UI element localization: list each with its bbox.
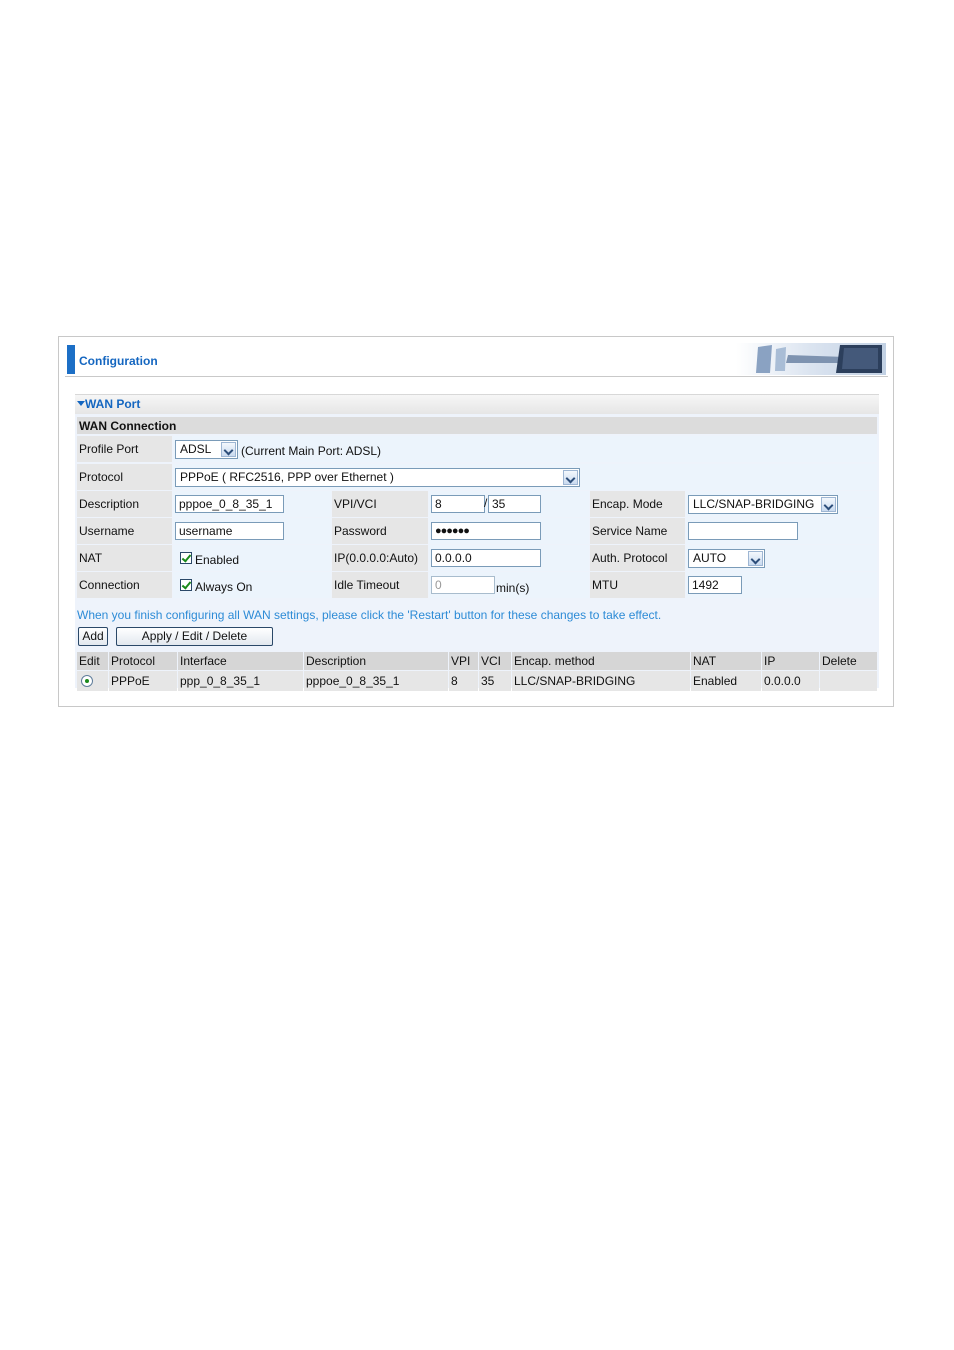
always-on-label[interactable]: Always On: [195, 580, 252, 594]
cell-description: pppoe_0_8_35_1: [306, 674, 400, 688]
col-protocol: Protocol: [111, 654, 156, 668]
radio-selected-icon[interactable]: [81, 675, 93, 687]
nat-enabled-checkbox[interactable]: [180, 552, 192, 564]
service-name-label: Service Name: [592, 524, 668, 538]
vci-input[interactable]: [488, 495, 541, 513]
wan-port-bar[interactable]: WAN Port: [75, 394, 879, 414]
ip-input[interactable]: [431, 549, 541, 567]
always-on-checkbox[interactable]: [180, 579, 192, 591]
username-label: Username: [79, 524, 135, 538]
col-edit: Edit: [79, 654, 100, 668]
password-label: Password: [334, 524, 387, 538]
profile-port-row: Profile Port ADSL (Current Main Port: AD…: [77, 436, 877, 462]
cell-vpi: 8: [451, 674, 458, 688]
panel-header: Configuration: [65, 341, 888, 377]
encap-mode-select[interactable]: LLC/SNAP-BRIDGING: [688, 495, 838, 514]
dropdown-arrow-icon: [748, 551, 763, 566]
dropdown-arrow-icon: [821, 497, 836, 512]
protocol-label: Protocol: [79, 470, 124, 484]
wan-connection-header: WAN Connection: [77, 417, 877, 434]
col-ip: IP: [764, 654, 776, 668]
apply-edit-delete-button[interactable]: Apply / Edit / Delete: [116, 627, 273, 646]
password-input[interactable]: ●●●●●●: [431, 522, 541, 540]
office-banner-image: [736, 343, 886, 375]
idle-timeout-label: Idle Timeout: [334, 578, 400, 592]
vpi-vci-separator: /: [484, 496, 488, 510]
cell-protocol: PPPoE: [111, 674, 150, 688]
service-name-input[interactable]: [688, 522, 798, 540]
wan-connection-section: WAN Connection Profile Port ADSL (Curren…: [75, 414, 879, 691]
description-label: Description: [79, 497, 140, 511]
auth-protocol-label: Auth. Protocol: [592, 551, 668, 565]
ip-label: IP(0.0.0.0:Auto): [334, 551, 419, 565]
wan-port-title[interactable]: WAN Port: [85, 397, 140, 411]
col-nat: NAT: [693, 654, 717, 668]
connection-row: Connection Always On Idle Timeout min(s)…: [77, 572, 877, 598]
description-row: Description VPI/VCI / Encap. Mode LLC/SN…: [77, 491, 877, 517]
encap-mode-label: Encap. Mode: [592, 497, 663, 511]
username-row: Username Password ●●●●●● Service Name: [77, 518, 877, 544]
col-vci: VCI: [481, 654, 502, 668]
wan-connection-title: WAN Connection: [79, 419, 177, 433]
dropdown-arrow-icon: [563, 470, 578, 485]
restart-note: When you finish configuring all WAN sett…: [77, 608, 662, 622]
profile-port-select[interactable]: ADSL: [175, 440, 238, 459]
mtu-input[interactable]: [688, 576, 742, 594]
col-vpi: VPI: [451, 654, 471, 668]
dropdown-arrow-icon: [221, 442, 236, 457]
page-title: Configuration: [79, 354, 158, 368]
vpi-vci-label: VPI/VCI: [334, 497, 377, 511]
idle-timeout-input[interactable]: [431, 576, 495, 594]
col-encap-method: Encap. method: [514, 654, 595, 668]
protocol-row: Protocol PPPoE ( RFC2516, PPP over Ether…: [77, 464, 877, 490]
add-button[interactable]: Add: [78, 627, 108, 646]
col-interface: Interface: [180, 654, 227, 668]
wan-table-header: Edit Protocol Interface Description VPI …: [77, 652, 877, 670]
col-delete: Delete: [822, 654, 857, 668]
current-main-port-hint: (Current Main Port: ADSL): [241, 444, 382, 458]
configuration-panel: Configuration WAN Port WAN Connection Pr…: [58, 336, 894, 707]
vpi-input[interactable]: [431, 495, 485, 513]
collapse-triangle-icon[interactable]: [77, 401, 85, 406]
mtu-label: MTU: [592, 578, 618, 592]
auth-protocol-select[interactable]: AUTO: [688, 549, 765, 568]
protocol-select[interactable]: PPPoE ( RFC2516, PPP over Ethernet ): [175, 468, 580, 487]
nat-enabled-label[interactable]: Enabled: [195, 553, 239, 567]
username-input[interactable]: [175, 522, 284, 540]
nat-label: NAT: [79, 551, 103, 565]
idle-timeout-unit: min(s): [496, 581, 530, 595]
header-accent-bar: [67, 345, 75, 374]
description-input[interactable]: [175, 495, 284, 513]
cell-interface: ppp_0_8_35_1: [180, 674, 261, 688]
col-description: Description: [306, 654, 367, 668]
cell-ip: 0.0.0.0: [764, 674, 801, 688]
table-row: PPPoE ppp_0_8_35_1 pppoe_0_8_35_1 8 35 L…: [77, 671, 877, 691]
connection-label: Connection: [79, 578, 140, 592]
profile-port-label: Profile Port: [79, 442, 139, 456]
cell-encap: LLC/SNAP-BRIDGING: [514, 674, 636, 688]
nat-row: NAT Enabled IP(0.0.0.0:Auto) Auth. Proto…: [77, 545, 877, 571]
cell-nat: Enabled: [693, 674, 738, 688]
cell-vci: 35: [481, 674, 495, 688]
